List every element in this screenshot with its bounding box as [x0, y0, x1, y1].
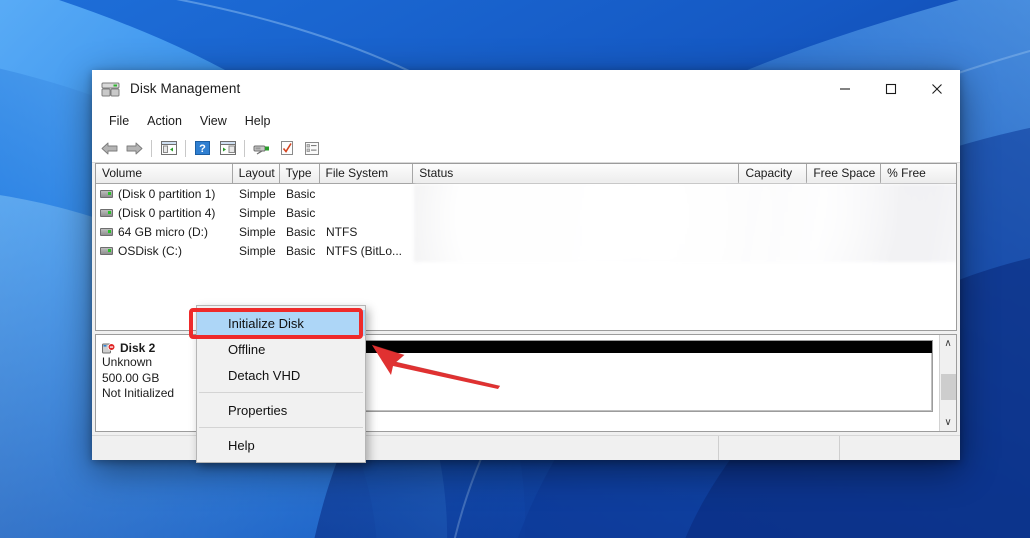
- volume-list-header: Volume Layout Type File System Status Ca…: [96, 164, 956, 184]
- disk-drive-icon: [101, 81, 120, 97]
- menu-file[interactable]: File: [100, 111, 138, 131]
- properties-icon[interactable]: [215, 137, 240, 159]
- status-bar-cell-1: [718, 436, 839, 460]
- menu-bar: File Action View Help: [92, 107, 960, 134]
- menu-view[interactable]: View: [191, 111, 236, 131]
- toolbar-separator: [151, 139, 152, 157]
- svg-text:?: ?: [199, 143, 206, 155]
- status-bar-message: [92, 436, 718, 460]
- table-row[interactable]: 64 GB micro (D:) Simple Basic NTFS: [96, 222, 956, 241]
- toolbar: ?: [92, 134, 960, 163]
- scroll-up-icon[interactable]: ∧: [940, 335, 957, 352]
- cell-type: Basic: [286, 224, 316, 239]
- table-row[interactable]: OSDisk (C:) Simple Basic NTFS (BitLo...: [96, 241, 956, 260]
- close-button[interactable]: [914, 70, 960, 107]
- cell-type: Basic: [286, 186, 316, 201]
- menu-item-initialize-disk[interactable]: Initialize Disk: [197, 310, 365, 336]
- cell-type: Basic: [286, 243, 316, 258]
- cell-volume: (Disk 0 partition 4): [118, 205, 216, 220]
- volume-list-rows: (Disk 0 partition 1) Simple Basic (Disk …: [96, 184, 956, 260]
- cell-layout: Simple: [239, 243, 276, 258]
- cell-file-system: NTFS: [326, 224, 358, 239]
- disk-context-menu[interactable]: Initialize Disk Offline Detach VHD Prope…: [196, 305, 366, 463]
- cell-type: Basic: [286, 205, 316, 220]
- volume-icon: [100, 227, 113, 236]
- disk-type: Unknown: [102, 355, 153, 369]
- column-header-type[interactable]: Type: [279, 164, 320, 184]
- help-icon[interactable]: ?: [190, 137, 215, 159]
- menu-action[interactable]: Action: [138, 111, 191, 131]
- rescan-disks-icon[interactable]: [249, 137, 274, 159]
- scrollbar-track[interactable]: [940, 352, 957, 414]
- column-header-free-space[interactable]: Free Space: [807, 164, 882, 184]
- cell-layout: Simple: [239, 186, 276, 201]
- menu-help[interactable]: Help: [236, 111, 280, 131]
- column-header-percent-free[interactable]: % Free: [881, 164, 956, 184]
- menu-separator: [199, 427, 363, 428]
- column-header-layout[interactable]: Layout: [232, 164, 280, 184]
- status-bar-cell-2: [839, 436, 960, 460]
- disk-title-row: Disk 2: [102, 341, 205, 355]
- table-row[interactable]: (Disk 0 partition 4) Simple Basic: [96, 203, 956, 222]
- menu-item-offline[interactable]: Offline: [197, 336, 365, 362]
- back-arrow-icon[interactable]: [97, 137, 122, 159]
- cell-volume: 64 GB micro (D:): [118, 224, 209, 239]
- action-check-icon[interactable]: [274, 137, 299, 159]
- cell-file-system: NTFS (BitLo...: [326, 243, 403, 258]
- toolbar-separator: [244, 139, 245, 157]
- cell-volume: (Disk 0 partition 1): [118, 186, 216, 201]
- cell-layout: Simple: [239, 224, 276, 239]
- table-row[interactable]: (Disk 0 partition 1) Simple Basic: [96, 184, 956, 203]
- maximize-button[interactable]: [868, 70, 914, 107]
- show-hide-console-tree-icon[interactable]: [156, 137, 181, 159]
- menu-separator: [199, 392, 363, 393]
- disk-pane-scrollbar[interactable]: ∧ ∨: [939, 335, 956, 431]
- disk-name: Disk 2: [120, 341, 156, 355]
- cell-layout: Simple: [239, 205, 276, 220]
- cell-volume: OSDisk (C:): [118, 243, 182, 258]
- disk-info-block[interactable]: Disk 2 Unknown 500.00 GB Not Initialized: [96, 335, 206, 431]
- volume-icon: [100, 208, 113, 217]
- disk-error-icon: [102, 342, 117, 354]
- scrollbar-thumb[interactable]: [940, 374, 956, 400]
- window-title: Disk Management: [130, 81, 241, 96]
- disk-size: 500.00 GB: [102, 370, 160, 385]
- column-header-status[interactable]: Status: [413, 164, 740, 184]
- column-header-file-system[interactable]: File System: [319, 164, 414, 184]
- disk-state: Not Initialized: [102, 386, 175, 400]
- window-controls: [822, 70, 960, 107]
- column-header-capacity[interactable]: Capacity: [739, 164, 808, 184]
- menu-item-properties[interactable]: Properties: [197, 397, 365, 423]
- forward-arrow-icon[interactable]: [122, 137, 147, 159]
- minimize-button[interactable]: [822, 70, 868, 107]
- column-header-volume[interactable]: Volume: [96, 164, 233, 184]
- toolbar-separator: [185, 139, 186, 157]
- scroll-down-icon[interactable]: ∨: [940, 414, 957, 431]
- volume-icon: [100, 189, 113, 198]
- menu-item-help[interactable]: Help: [197, 432, 365, 458]
- volume-icon: [100, 246, 113, 255]
- menu-item-detach-vhd[interactable]: Detach VHD: [197, 362, 365, 388]
- title-bar[interactable]: Disk Management: [92, 70, 960, 107]
- list-view-icon[interactable]: [299, 137, 324, 159]
